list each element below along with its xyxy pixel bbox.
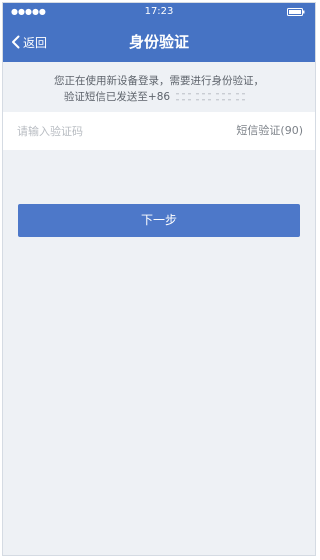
verification-notice: 您正在使用新设备登录，需要进行身份验证， 验证短信已发送至+86 [3,62,315,105]
verification-code-input[interactable] [17,112,207,150]
notice-line-2: 验证短信已发送至+86 [3,89,315,105]
chevron-left-icon [12,35,20,49]
masked-phone-number [176,93,246,101]
phone-screen: ●●●●● 17:23 返回 身份验证 您正在使用新设备登录，需要进行身份验证，… [2,2,316,556]
back-button[interactable]: 返回 [11,22,47,62]
navigation-bar: 返回 身份验证 [3,22,315,62]
verification-code-row: 短信验证(90) [3,112,315,150]
back-label: 返回 [23,35,48,50]
status-time: 17:23 [144,6,174,17]
sms-verify-countdown-button[interactable]: 短信验证(90) [236,112,303,150]
sms-sent-to-text: 验证短信已发送至+86 [63,91,171,103]
page-title: 身份验证 [128,33,189,51]
next-step-button[interactable]: 下一步 [18,204,300,237]
notice-line-1: 您正在使用新设备登录，需要进行身份验证， [54,75,264,87]
status-bar: ●●●●● 17:23 [3,3,315,22]
battery-icon [287,8,305,16]
